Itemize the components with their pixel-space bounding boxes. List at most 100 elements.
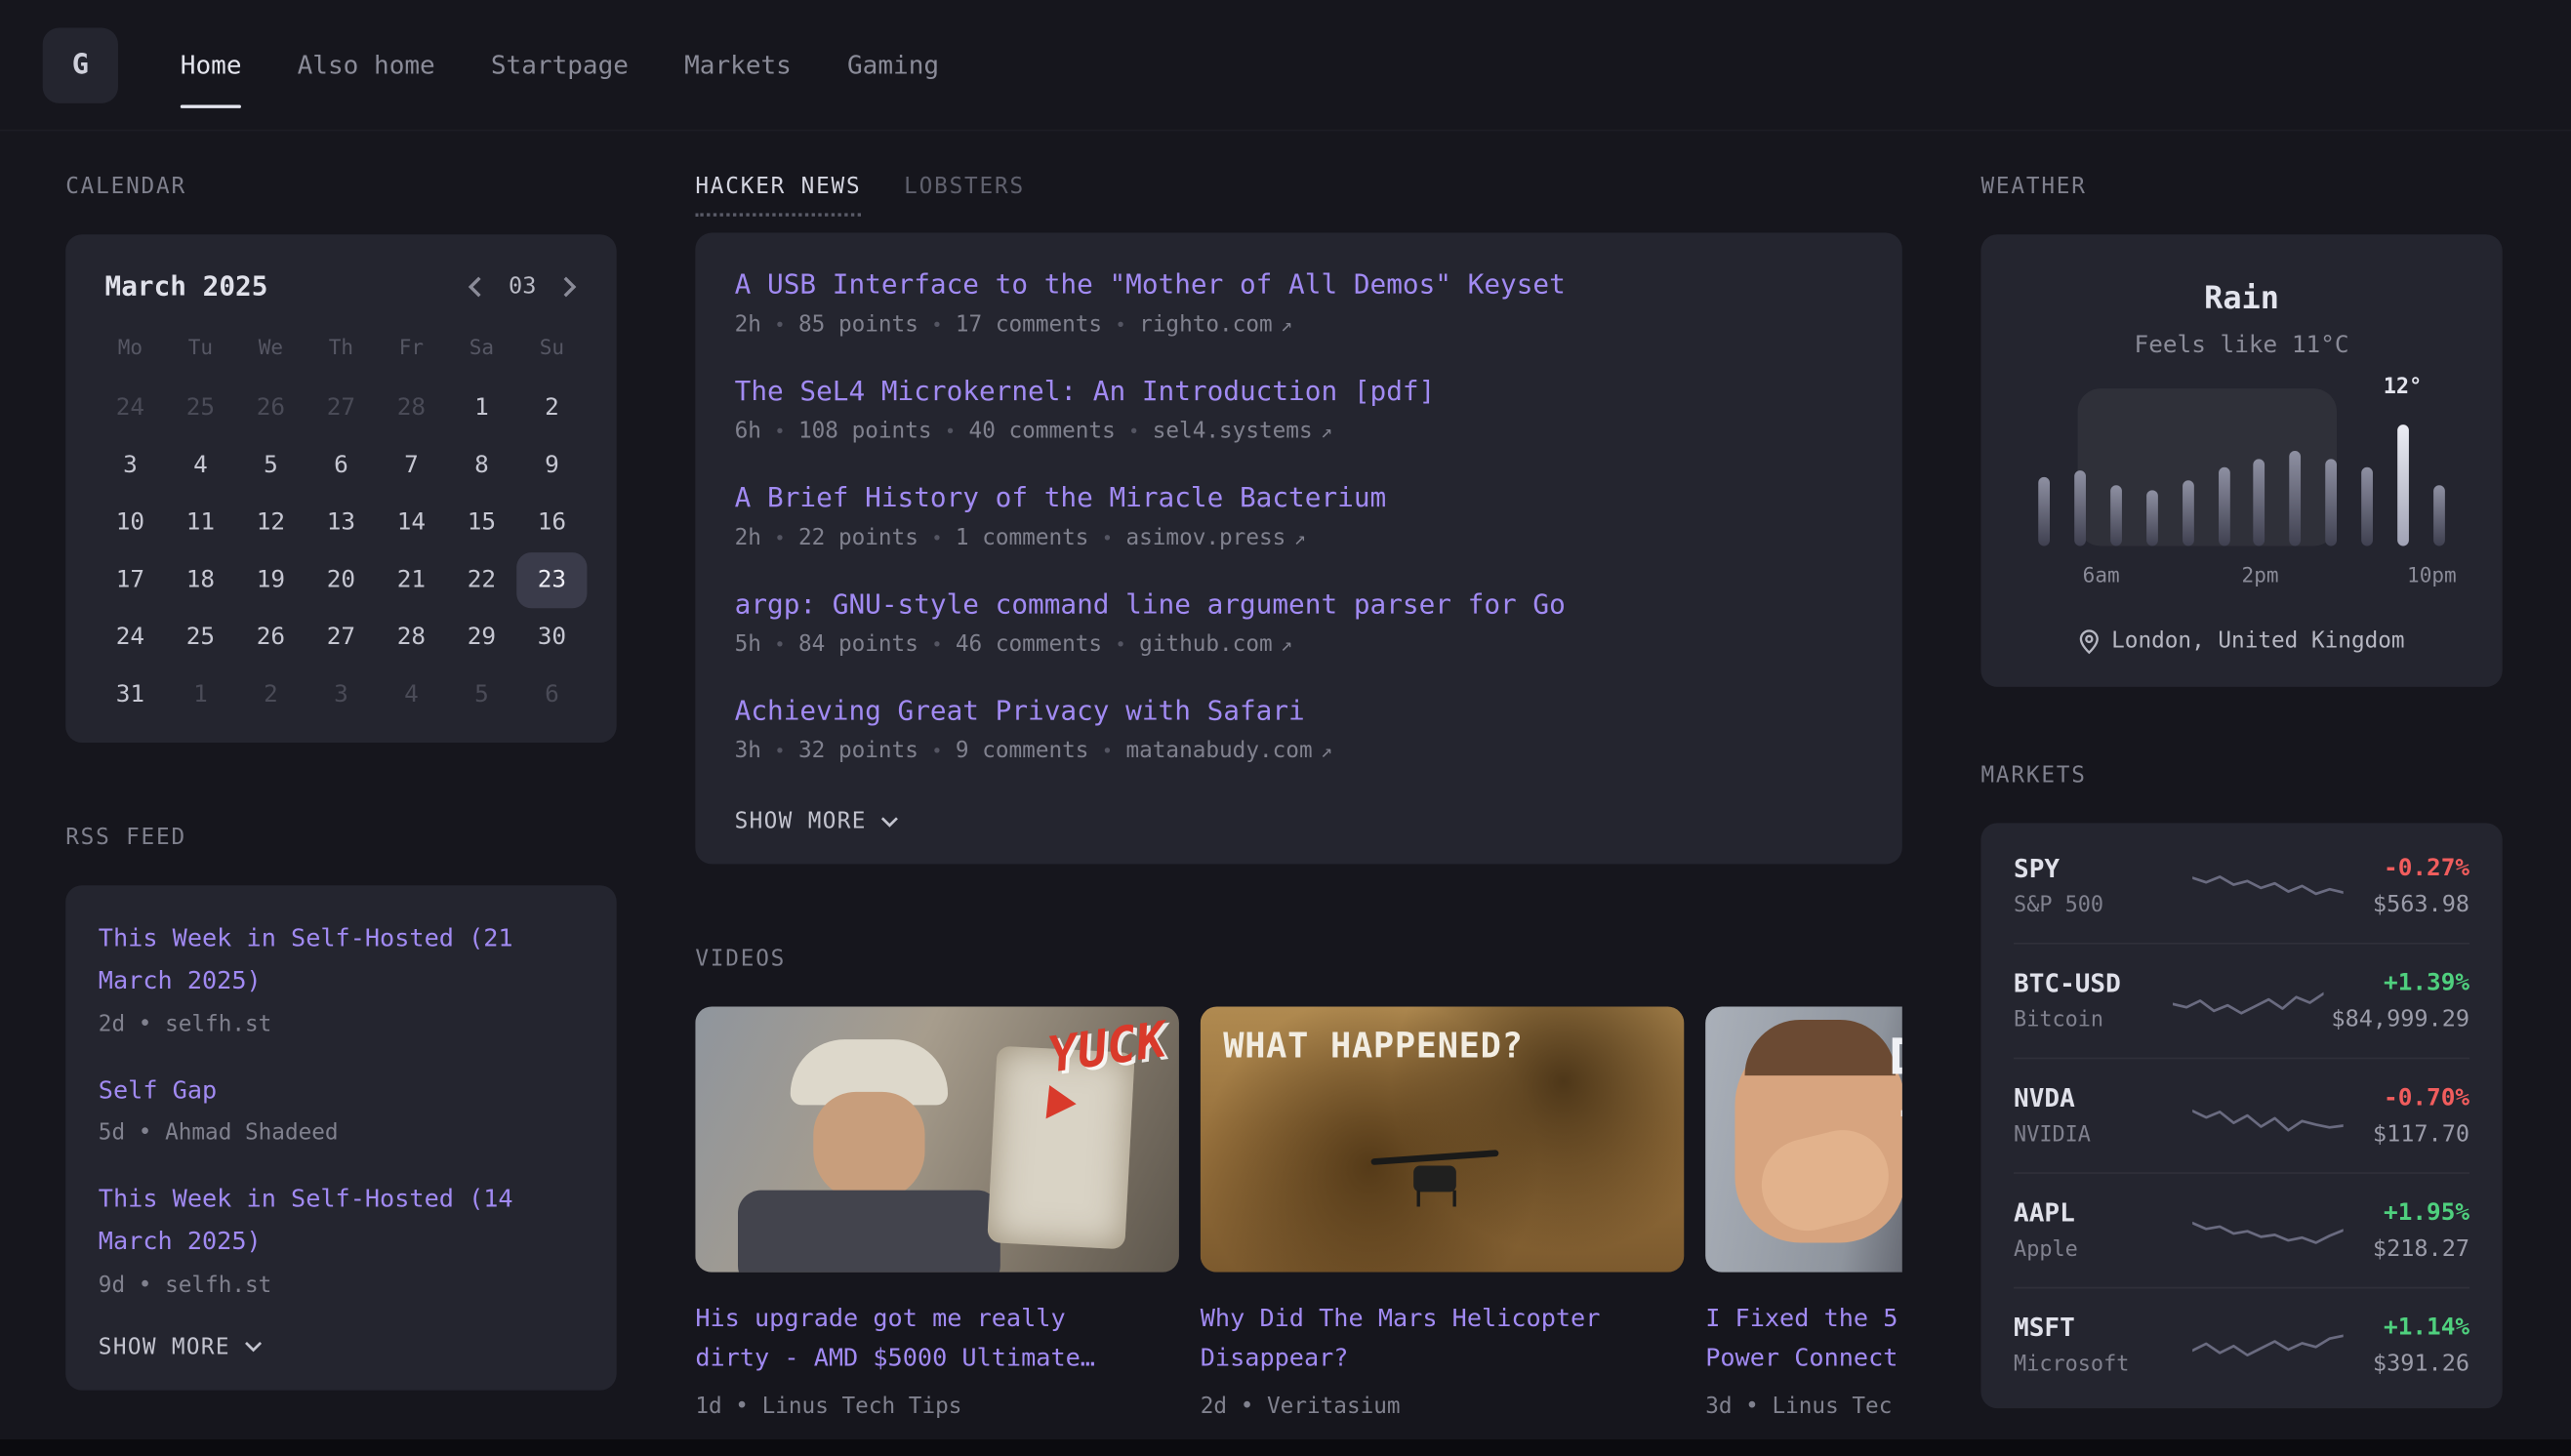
calendar-day[interactable]: 31 [95,667,165,723]
nav-tab-also-home[interactable]: Also home [298,0,435,130]
market-row-nvda[interactable]: NVDANVIDIA-0.70%$117.70 [2014,1059,2469,1174]
story-source-link[interactable]: asimov.press↗ [1125,525,1305,551]
calendar-day[interactable]: 4 [376,667,446,723]
nav-tab-gaming[interactable]: Gaming [847,0,939,130]
story-title-link[interactable]: A USB Interface to the "Mother of All De… [735,269,1863,301]
calendar-day[interactable]: 26 [235,381,306,436]
calendar-day[interactable]: 21 [376,552,446,608]
story-source-link[interactable]: github.com↗ [1139,631,1292,658]
calendar-weekday: We [235,321,306,379]
story-meta: 5h•84 points•46 comments•github.com↗ [735,631,1863,658]
calendar-day[interactable]: 3 [306,667,376,723]
rss-item-title[interactable]: Self Gap [99,1070,584,1112]
calendar-day[interactable]: 27 [306,610,376,666]
calendar-prev-button[interactable] [468,274,482,298]
news-tabs: HACKER NEWS LOBSTERS [695,174,1901,217]
calendar-day[interactable]: 28 [376,381,446,436]
news-tab-lobsters[interactable]: LOBSTERS [904,174,1025,213]
story-source-link[interactable]: sel4.systems↗ [1153,418,1332,444]
calendar-day[interactable]: 13 [306,495,376,550]
calendar-next-button[interactable] [562,274,577,298]
calendar-day[interactable]: 17 [95,552,165,608]
thumbnail-overlay-text: YUCK [1044,1012,1169,1085]
video-thumbnail[interactable]: YUCK [695,1007,1179,1273]
calendar-day[interactable]: 24 [95,381,165,436]
calendar-day[interactable]: 26 [235,610,306,666]
story-source-link[interactable]: matanabudy.com↗ [1125,738,1332,764]
rss-item: This Week in Self-Hosted (21 March 2025)… [99,918,584,1037]
video-title-link[interactable]: Why Did The Mars HelicopterDisappear? [1201,1299,1685,1378]
calendar-day[interactable]: 29 [446,610,516,666]
calendar-weekday: Th [306,321,376,379]
story-source-link[interactable]: righto.com↗ [1139,311,1292,338]
chevron-down-icon [245,1342,263,1354]
calendar-day[interactable]: 14 [376,495,446,550]
calendar-day[interactable]: 24 [95,610,165,666]
calendar-day[interactable]: 30 [516,610,587,666]
market-row-btc-usd[interactable]: BTC-USDBitcoin+1.39%$84,999.29 [2014,945,2469,1060]
calendar-day[interactable]: 15 [446,495,516,550]
calendar-day[interactable]: 2 [235,667,306,723]
calendar-day[interactable]: 7 [376,438,446,494]
story-title-link[interactable]: argp: GNU-style command line argument pa… [735,588,1863,620]
market-row-aapl[interactable]: AAPLApple+1.95%$218.27 [2014,1174,2469,1289]
rss-show-more-button[interactable]: SHOW MORE [99,1334,264,1360]
calendar-day[interactable]: 18 [165,552,235,608]
story-meta: 2h•85 points•17 comments•righto.com↗ [735,311,1863,338]
story-title-link[interactable]: A Brief History of the Miracle Bacterium [735,482,1863,513]
calendar-day[interactable]: 27 [306,381,376,436]
rss-item-title[interactable]: This Week in Self-Hosted (14 March 2025) [99,1180,584,1265]
calendar-day[interactable]: 10 [95,495,165,550]
weather-hour-label: 2pm [2242,562,2279,586]
weather-bar-column [2421,415,2457,546]
news-tab-hacker-news[interactable]: HACKER NEWS [695,174,861,217]
market-name: Microsoft [2014,1353,2165,1377]
rss-item-title[interactable]: This Week in Self-Hosted (21 March 2025) [99,918,584,1003]
calendar-day[interactable]: 25 [165,381,235,436]
calendar-day[interactable]: 6 [306,438,376,494]
market-row-msft[interactable]: MSFTMicrosoft+1.14%$391.26 [2014,1288,2469,1401]
calendar-day[interactable]: 12 [235,495,306,550]
calendar-day[interactable]: 1 [446,381,516,436]
app-logo[interactable]: G [43,27,118,102]
story-item: argp: GNU-style command line argument pa… [735,588,1863,658]
calendar-day[interactable]: 22 [446,552,516,608]
nav-tab-startpage[interactable]: Startpage [491,0,629,130]
video-title-link[interactable]: His upgrade got me reallydirty - AMD $50… [695,1299,1179,1378]
nav-tab-home[interactable]: Home [181,0,242,130]
bullet-separator: • [1102,527,1113,548]
video-thumbnail[interactable]: WHAT HAPPENED? [1201,1007,1685,1273]
video-title-link[interactable]: I Fixed the 5Power Connect [1705,1299,1902,1378]
weather-bar [2039,478,2051,546]
market-price: $218.27 [2373,1235,2469,1262]
calendar-day[interactable]: 8 [446,438,516,494]
right-column: WEATHER Rain Feels like 11°C 12° 6am 2pm… [1980,174,2502,1408]
calendar-day[interactable]: 20 [306,552,376,608]
calendar-day[interactable]: 2 [516,381,587,436]
story-title-link[interactable]: Achieving Great Privacy with Safari [735,695,1863,726]
calendar-day[interactable]: 6 [516,667,587,723]
calendar-day-today[interactable]: 23 [516,552,587,608]
calendar-day[interactable]: 5 [446,667,516,723]
calendar-day[interactable]: 9 [516,438,587,494]
weather-bar [2146,491,2158,546]
video-thumbnail[interactable]: DOT [1705,1007,1902,1273]
market-row-spy[interactable]: SPYS&P 500-0.27%$563.98 [2014,829,2469,945]
rss-item-meta: 5d • Ahmad Shadeed [99,1120,584,1147]
calendar-day[interactable]: 28 [376,610,446,666]
video-title-line: Power Connect [1705,1338,1902,1377]
news-show-more-button[interactable]: SHOW MORE [735,808,900,834]
calendar-day[interactable]: 16 [516,495,587,550]
story-title-link[interactable]: The SeL4 Microkernel: An Introduction [p… [735,376,1863,407]
calendar-day[interactable]: 1 [165,667,235,723]
calendar-day[interactable]: 19 [235,552,306,608]
calendar-day[interactable]: 5 [235,438,306,494]
dashboard: G HomeAlso homeStartpageMarketsGaming CA… [0,0,2571,1456]
nav-tab-markets[interactable]: Markets [684,0,792,130]
story-meta-part: 1 comments [956,525,1089,551]
calendar-day[interactable]: 11 [165,495,235,550]
hacker-news-card: A USB Interface to the "Mother of All De… [695,233,1901,865]
calendar-day[interactable]: 4 [165,438,235,494]
calendar-day[interactable]: 3 [95,438,165,494]
calendar-day[interactable]: 25 [165,610,235,666]
